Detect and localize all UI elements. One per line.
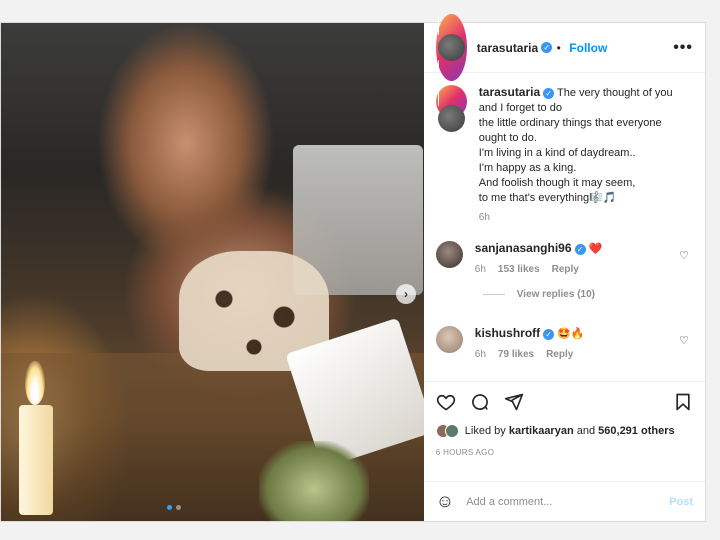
comment-username[interactable]: kishushroff (475, 326, 540, 340)
caption-body: tarasutaria ✓ The very thought of you and… (479, 85, 673, 206)
post-header: tarasutaria ✓ • Follow ••• (423, 14, 705, 81)
view-replies-button[interactable]: View replies (10) (482, 289, 693, 300)
likes-user[interactable]: kartikaaryan (509, 425, 574, 437)
carousel-next-button[interactable]: › (396, 284, 416, 304)
comment-likes[interactable]: 153 likes (498, 264, 540, 275)
verified-icon: ✓ (541, 41, 553, 53)
comment-text: ❤️ (588, 243, 603, 255)
post-modal: › tarasutaria ✓ • Follow ••• tarasutaria ✓… (0, 14, 706, 522)
post-timestamp[interactable]: 6 HOURS AGO (436, 448, 693, 457)
save-bookmark-icon[interactable] (673, 392, 693, 412)
caption-age: 6h (478, 212, 490, 223)
carousel-dot-active (167, 505, 172, 510)
emoji-icon[interactable]: ☺ (436, 491, 454, 512)
comment-reply-button[interactable]: Reply (546, 349, 573, 360)
post-comment-button[interactable]: Post (669, 496, 693, 508)
caption: tarasutaria ✓ The very thought of you and… (435, 85, 693, 223)
likes-others[interactable]: 560,291 others (598, 425, 674, 437)
comment-composer: ☺ Post (423, 481, 705, 521)
comment-item: kishushroff ✓ 🤩🔥 6h 79 likes Reply ♡ (435, 326, 693, 360)
comment-likes[interactable]: 79 likes (498, 349, 534, 360)
photo-flame (25, 361, 45, 405)
comment-item: sanjanasanghi96 ✓ ❤️ 6h 153 likes Reply ♡ (435, 241, 693, 275)
comments-list[interactable]: tarasutaria ✓ The very thought of you and… (424, 73, 705, 381)
caption-text: The very thought of you and I forget to … (478, 87, 673, 204)
verified-icon: ✓ (543, 87, 555, 99)
replies-line (482, 294, 505, 295)
verified-icon: ✓ (543, 328, 555, 340)
caption-username[interactable]: tarasutaria (479, 85, 540, 99)
carousel-dots (167, 505, 181, 510)
likes-summary[interactable]: Liked by kartikaaryan and 560,291 others (435, 424, 693, 438)
comment-age: 6h (474, 264, 486, 275)
comment-text: 🤩🔥 (557, 328, 585, 340)
share-icon[interactable] (504, 392, 524, 412)
post-sidebar: tarasutaria ✓ • Follow ••• tarasutaria ✓ T… (423, 14, 705, 521)
more-options-icon[interactable]: ••• (673, 39, 693, 57)
separator-dot: • (556, 40, 561, 55)
follow-button[interactable]: Follow (569, 41, 607, 55)
post-actions: Liked by kartikaaryan and 560,291 others… (423, 381, 705, 481)
comment-like-heart-icon[interactable]: ♡ (679, 249, 689, 262)
comment-icon[interactable] (470, 392, 490, 412)
post-photo[interactable]: › (1, 23, 424, 521)
verified-icon: ✓ (574, 243, 586, 255)
photo-plant (259, 441, 369, 521)
photo-candle (19, 405, 53, 515)
author-line: tarasutaria ✓ • Follow (477, 39, 607, 57)
comment-avatar[interactable] (435, 241, 463, 268)
comment-avatar[interactable] (435, 326, 463, 353)
carousel-dot (176, 505, 181, 510)
likes-prefix: Liked by (464, 425, 506, 437)
comment-like-heart-icon[interactable]: ♡ (679, 334, 689, 347)
author-username[interactable]: tarasutaria (477, 41, 538, 55)
comment-input[interactable] (466, 495, 670, 508)
comment-username[interactable]: sanjanasanghi96 (475, 241, 572, 255)
liker-avatar (444, 424, 459, 438)
like-heart-icon[interactable] (436, 392, 456, 412)
comment-reply-button[interactable]: Reply (552, 264, 579, 275)
caption-avatar[interactable] (435, 85, 467, 151)
view-replies-label: View replies (10) (516, 289, 595, 300)
comment-age: 6h (474, 349, 486, 360)
likes-joiner: and (576, 425, 596, 437)
author-avatar[interactable] (435, 14, 467, 81)
